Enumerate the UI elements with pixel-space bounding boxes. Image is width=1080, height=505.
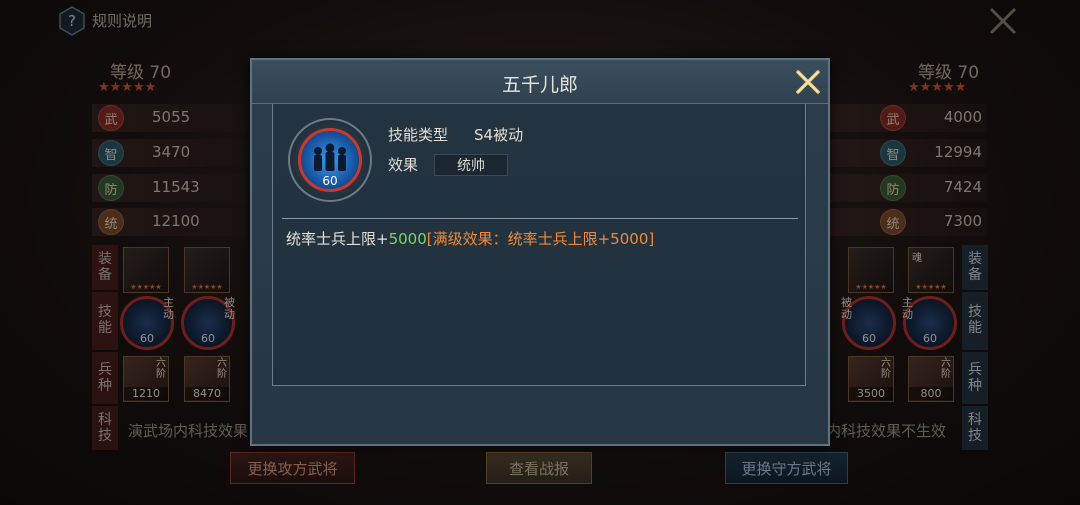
skill-description: 统率士兵上限+5000[满级效果：统率士兵上限+5000] [286, 228, 654, 249]
soldiers-skill-icon: 60 [298, 128, 362, 192]
dialog-title: 五千儿郎 [501, 74, 578, 96]
close-icon[interactable] [792, 66, 824, 98]
desc-prefix: 统率士兵上限+ [286, 230, 389, 248]
desc-max-effect: [满级效果：统率士兵上限+5000] [426, 230, 655, 248]
skill-detail-dialog: 五千儿郎 60 技能类型 S4被动 效果 统帅 统率士兵上限+5000[满级效果… [250, 58, 830, 446]
skill-level: 60 [322, 174, 338, 188]
desc-value: 5000 [388, 230, 427, 248]
skill-icon-frame: 60 [288, 118, 372, 202]
skill-type-value: S4被动 [474, 126, 524, 144]
effect-value-box: 统帅 [434, 154, 508, 176]
divider [282, 218, 798, 219]
effect-label: 效果 [388, 156, 419, 174]
skill-type-label: 技能类型 [388, 126, 449, 144]
